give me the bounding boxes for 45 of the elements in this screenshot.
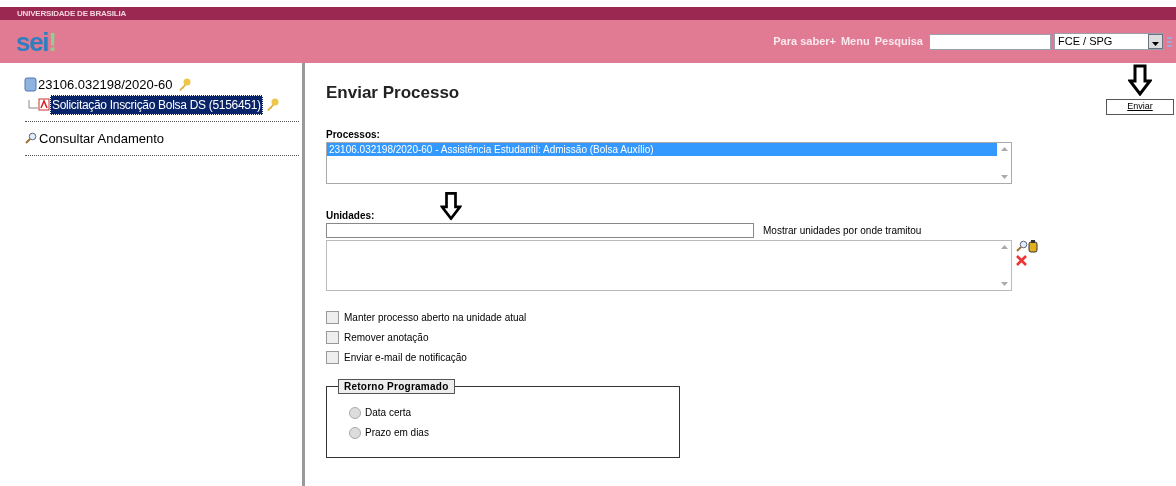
down-arrow-icon — [1128, 64, 1152, 96]
menu-icon[interactable] — [1167, 35, 1172, 48]
process-icon — [24, 77, 37, 93]
document-link[interactable]: Solicitação Inscrição Bolsa DS (5156451) — [50, 94, 263, 115]
checkbox[interactable] — [326, 311, 339, 324]
page-title: Enviar Processo — [326, 82, 460, 104]
search-icon[interactable] — [1016, 240, 1028, 252]
header-link[interactable]: Pesquisa — [874, 33, 923, 50]
scroll-down-icon[interactable] — [1000, 175, 1008, 179]
checkbox[interactable] — [326, 351, 339, 364]
header-link[interactable]: Para saber+ — [773, 33, 836, 50]
key-icon — [177, 77, 192, 92]
field-label: Processos: — [326, 128, 381, 142]
field-label: Unidades: — [326, 209, 375, 223]
fieldset-legend: Retorno Programado — [338, 379, 455, 394]
scroll-up-icon[interactable] — [1000, 147, 1008, 151]
remove-icon[interactable] — [1016, 255, 1027, 266]
radio-button[interactable] — [349, 426, 361, 439]
process-list[interactable]: 23106.032198/2020-60 - Assistência Estudantil: Admissão (Bolsa Auxílio) — [326, 142, 1012, 184]
checkbox-label: Manter processo aberto na unidade atual — [344, 311, 527, 325]
unit-input[interactable] — [326, 223, 754, 238]
list-option[interactable]: 23106.032198/2020-60 - Assistência Estudantil: Admissão (Bolsa Auxílio) — [327, 143, 997, 156]
checkbox-label: Remover anotação — [344, 331, 429, 345]
scroll-down-icon[interactable] — [1000, 282, 1008, 286]
process-link[interactable]: 23106.032198/2020-60 — [38, 75, 173, 95]
sidebar-link[interactable]: Consultar Andamento — [39, 128, 165, 148]
send-button[interactable]: Enviar — [1106, 99, 1174, 115]
show-units-label: Mostrar unidades por onde tramitou — [763, 224, 922, 238]
organization-name: UNIVERSIDADE DE BRASILIA — [17, 7, 126, 20]
radio-label: Prazo em dias — [365, 426, 429, 440]
pdf-icon — [38, 98, 50, 111]
checkbox[interactable] — [326, 331, 339, 344]
search-field[interactable] — [929, 33, 1051, 50]
radio-label: Data certa — [365, 406, 412, 420]
tree-connector — [28, 99, 38, 110]
scroll-up-icon[interactable] — [1000, 245, 1008, 249]
header-link[interactable]: Menu — [840, 33, 870, 50]
down-arrow-icon — [440, 191, 463, 221]
logo[interactable]: sei! — [16, 28, 56, 55]
magnifier-icon — [25, 132, 37, 145]
radio-button[interactable] — [349, 406, 361, 419]
dropdown-button[interactable] — [1148, 34, 1163, 49]
unit-select[interactable]: FCE / SPG — [1054, 33, 1164, 50]
checkbox-label: Enviar e-mail de notificação — [344, 351, 467, 365]
caret-icon — [1152, 42, 1159, 46]
